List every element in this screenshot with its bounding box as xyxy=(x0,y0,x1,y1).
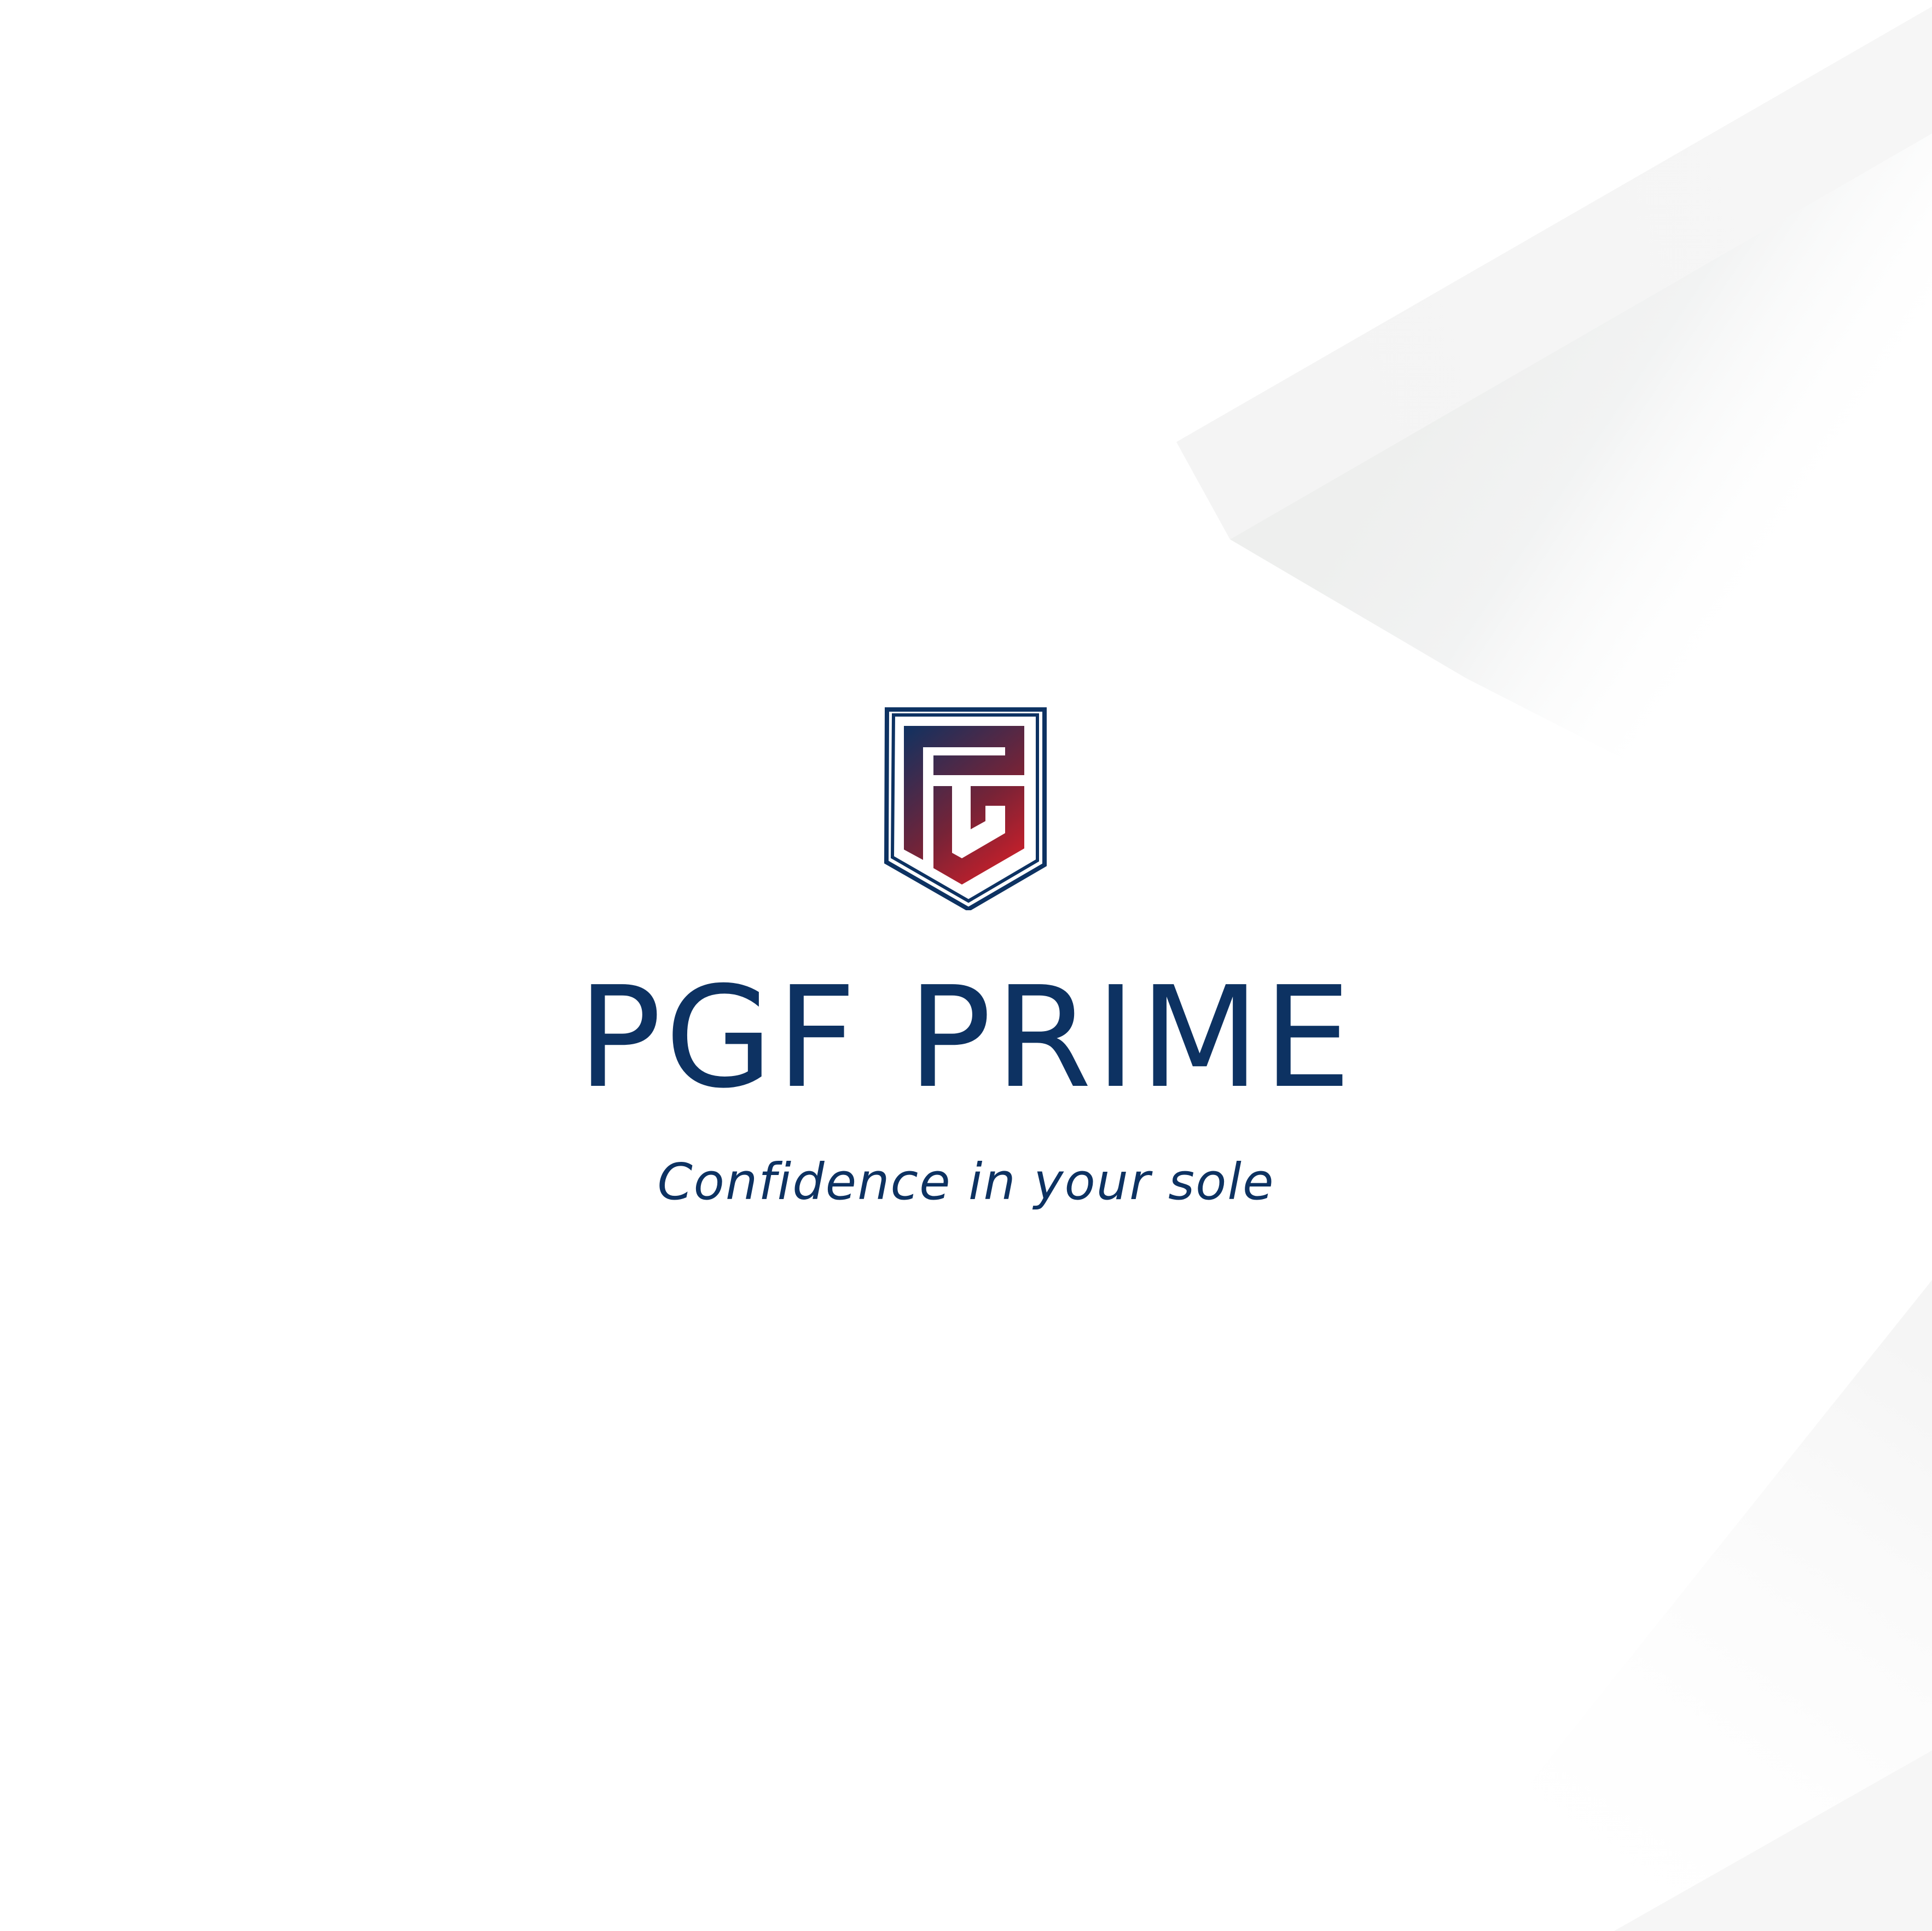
brand-name: PGF PRIME xyxy=(577,957,1355,1119)
splash-canvas: PGF PRIME Confidence in your sole xyxy=(0,0,1932,1931)
brand-tagline: Confidence in your sole xyxy=(657,1153,1275,1211)
pgf-shield-logo-icon xyxy=(884,707,1047,910)
